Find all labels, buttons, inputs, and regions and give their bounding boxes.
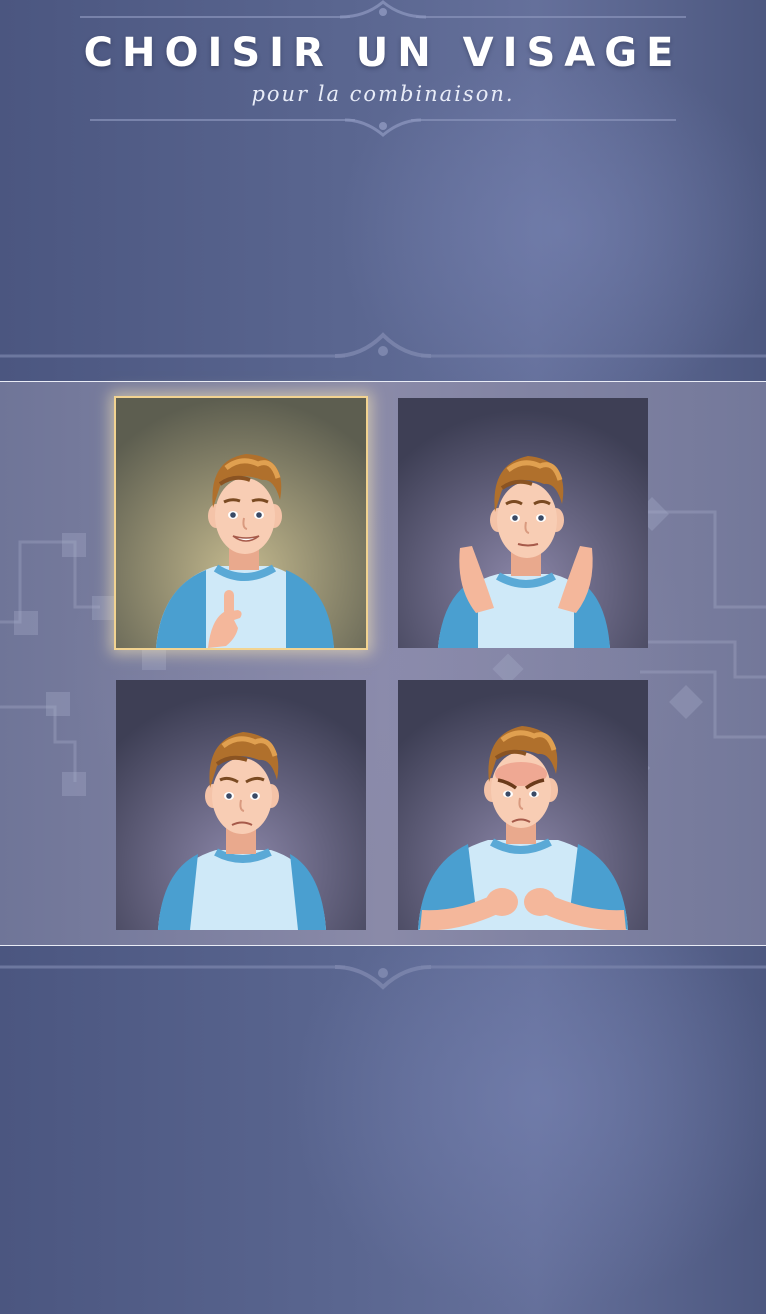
- face-option-thumbs-up[interactable]: [114, 396, 368, 650]
- lower-divider-ornament: [0, 965, 766, 990]
- face-option-angry[interactable]: [398, 680, 648, 930]
- face-option-sad[interactable]: [116, 680, 366, 930]
- page-subtitle: pour la combinaison.: [251, 82, 515, 106]
- page-title: CHOISIR UN VISAGE: [83, 30, 683, 76]
- character-portrait: [398, 398, 648, 648]
- character-portrait: [116, 680, 366, 930]
- character-portrait: [398, 680, 648, 930]
- title-ornament: [90, 118, 676, 137]
- face-option-clapping[interactable]: [398, 398, 648, 648]
- top-ornament: [80, 0, 686, 19]
- character-portrait: [116, 398, 366, 648]
- upper-divider-ornament: [0, 332, 766, 358]
